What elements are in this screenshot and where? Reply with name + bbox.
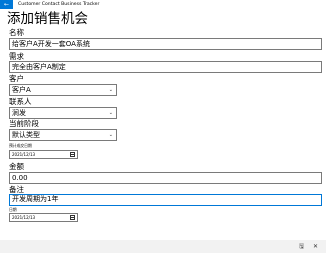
stage-label: 当前阶段: [9, 119, 39, 128]
calendar-icon: [70, 152, 75, 157]
note-label: 备注: [9, 185, 24, 194]
page-title: 添加销售机会: [7, 11, 88, 27]
date-label: 日期: [9, 207, 17, 212]
stage-select-value: 默认类型: [12, 131, 40, 139]
app-title: Customer Contact Business Tracker: [18, 2, 100, 7]
stage-select[interactable]: 默认类型 ⌄: [9, 129, 117, 141]
expected-date-picker[interactable]: 2021/12/13: [9, 150, 78, 159]
chevron-down-icon: ⌄: [108, 132, 113, 138]
chevron-down-icon: ⌄: [108, 110, 113, 116]
expected-date-label: 预计成交日期: [9, 143, 32, 148]
amount-label: 金额: [9, 162, 24, 171]
contact-select[interactable]: 涧发 ⌄: [9, 107, 117, 119]
save-icon[interactable]: 🖫: [299, 243, 304, 250]
expected-date-value: 2021/12/13: [12, 152, 36, 157]
requirement-label: 需求: [9, 52, 24, 61]
customer-select-value: 客户A: [12, 86, 31, 94]
customer-select[interactable]: 客户A ⌄: [9, 84, 117, 96]
name-label: 名称: [9, 28, 24, 37]
command-bar: 🖫 ✕: [0, 240, 326, 253]
requirement-input[interactable]: 完全由客户A制定: [9, 61, 322, 73]
close-icon[interactable]: ✕: [313, 243, 318, 250]
amount-input[interactable]: 0.00: [9, 172, 322, 184]
note-input[interactable]: 开发周期为1年: [9, 194, 322, 206]
chevron-down-icon: ⌄: [108, 87, 113, 93]
back-button[interactable]: ←: [0, 0, 13, 9]
customer-label: 客户: [9, 74, 24, 83]
name-input[interactable]: 给客户A开发一套OA系统: [9, 38, 322, 50]
contact-select-value: 涧发: [12, 109, 26, 117]
back-arrow-icon: ←: [3, 1, 10, 8]
contact-label: 联系人: [9, 97, 32, 106]
date-picker[interactable]: 2021/12/13: [9, 213, 78, 222]
date-value: 2021/12/13: [12, 215, 36, 220]
title-bar: ← Customer Contact Business Tracker: [0, 0, 326, 9]
calendar-icon: [70, 215, 75, 220]
